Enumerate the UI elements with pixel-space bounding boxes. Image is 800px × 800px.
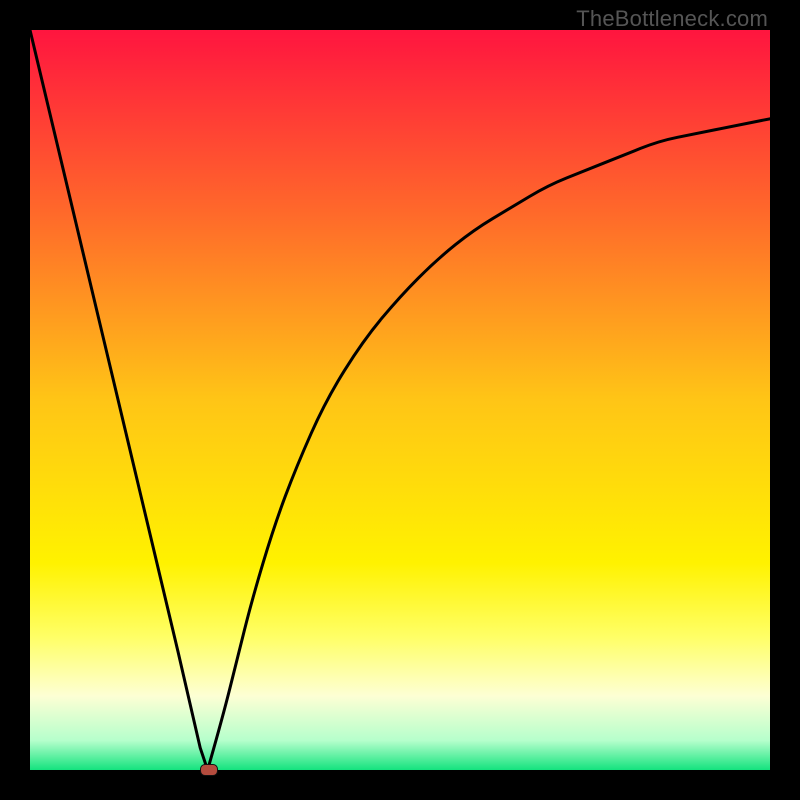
- bottleneck-marker: [200, 764, 218, 776]
- chart-frame: [30, 30, 770, 770]
- watermark-text: TheBottleneck.com: [576, 6, 768, 32]
- chart-plot: [30, 30, 770, 770]
